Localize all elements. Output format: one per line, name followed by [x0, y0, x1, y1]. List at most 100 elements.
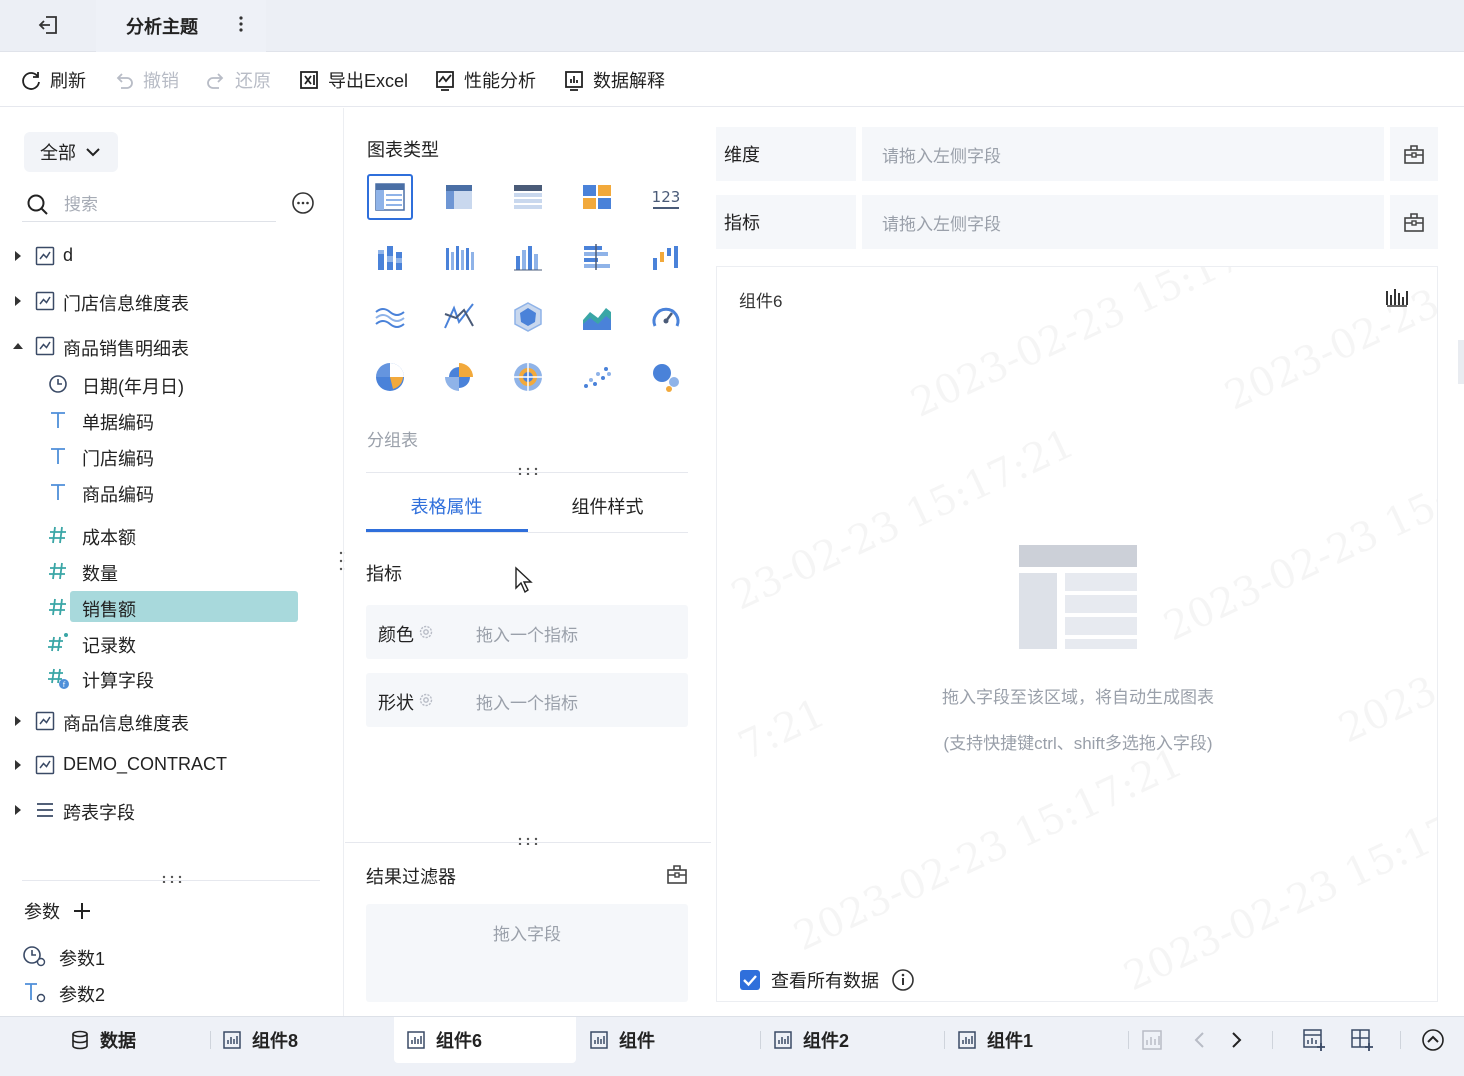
bar-chart-icon[interactable] — [574, 234, 620, 280]
line-chart-icon[interactable] — [367, 294, 413, 340]
resize-handle-icon[interactable] — [161, 875, 183, 883]
tab-component[interactable]: 组件1 — [957, 1017, 1033, 1063]
chart-canvas[interactable]: 2023-02-23 15:17 2023-02-23 23-02-23 15:… — [716, 266, 1438, 1002]
field-item[interactable]: 记录数 — [0, 628, 330, 658]
cross-table-icon[interactable] — [436, 174, 482, 220]
metric-tool-button[interactable] — [1390, 195, 1438, 249]
pie-chart-icon[interactable] — [367, 354, 413, 400]
tab-data[interactable]: 数据 — [70, 1017, 136, 1063]
time-param-icon — [23, 946, 46, 967]
stacked-column-icon[interactable] — [367, 234, 413, 280]
metric-drop-zone[interactable]: 请拖入左侧字段 — [862, 195, 1384, 249]
search-input[interactable] — [64, 194, 254, 215]
scatter-icon[interactable] — [574, 354, 620, 400]
shape-placeholder: 拖入一个指标 — [476, 694, 578, 713]
filter-tool-icon[interactable] — [666, 863, 688, 885]
caret-right-icon[interactable] — [12, 250, 24, 262]
add-component-icon[interactable] — [1302, 1028, 1326, 1052]
field-item[interactable]: 商品编码 — [0, 477, 330, 507]
caret-down-icon[interactable] — [12, 340, 24, 352]
tab-component[interactable]: 组件 — [589, 1017, 655, 1063]
dimension-tool-button[interactable] — [1390, 127, 1438, 181]
caret-right-icon[interactable] — [12, 804, 24, 816]
sunburst-icon[interactable] — [505, 354, 551, 400]
field-item[interactable]: f 计算字段 — [0, 663, 330, 693]
calculated-field-icon: f — [48, 668, 69, 689]
collapse-up-icon[interactable] — [1421, 1028, 1445, 1052]
field-item[interactable]: 单据编码 — [0, 405, 330, 435]
redo-icon — [207, 73, 224, 89]
grouped-table-icon[interactable] — [367, 174, 413, 220]
right-edge-collapse-tab[interactable] — [1458, 340, 1464, 384]
kpi-card-icon[interactable] — [574, 174, 620, 220]
tab-component[interactable]: 组件8 — [222, 1017, 298, 1063]
info-icon[interactable] — [891, 968, 915, 992]
area-chart-icon[interactable] — [574, 294, 620, 340]
add-param-icon[interactable] — [72, 901, 92, 921]
tab-component-style[interactable]: 组件样式 — [527, 493, 688, 519]
export-excel-label: 导出Excel — [328, 71, 409, 91]
caret-right-icon[interactable] — [12, 759, 24, 771]
exit-icon[interactable] — [36, 12, 62, 38]
chevron-left-icon[interactable] — [1188, 1028, 1212, 1052]
multi-column-icon[interactable] — [436, 234, 482, 280]
chevron-right-icon[interactable] — [1224, 1028, 1248, 1052]
gear-icon[interactable] — [418, 692, 434, 708]
chevron-down-icon — [86, 148, 100, 157]
table-node[interactable]: 跨表字段 — [0, 793, 330, 827]
param-item[interactable]: 参数1 — [22, 941, 322, 971]
color-drop-zone[interactable]: 颜色 拖入一个指标 — [366, 605, 688, 659]
checkbox-checked-icon[interactable] — [739, 969, 761, 991]
param-item[interactable]: 参数2 — [22, 977, 322, 1007]
waterfall-icon[interactable] — [643, 234, 689, 280]
table-node[interactable]: 商品信息维度表 — [0, 704, 330, 738]
gauge-icon[interactable] — [643, 294, 689, 340]
table-node[interactable]: 门店信息维度表 — [0, 284, 330, 318]
indicator-number-icon[interactable]: 123 — [643, 174, 689, 220]
shape-drop-zone[interactable]: 形状 拖入一个指标 — [366, 673, 688, 727]
dimension-drop-zone[interactable]: 请拖入左侧字段 — [862, 127, 1384, 181]
component-list-icon[interactable] — [1140, 1028, 1164, 1052]
component-chart-icon — [223, 1031, 241, 1049]
range-line-icon[interactable] — [436, 294, 482, 340]
sheet-tab-bar: 数据 组件8 组件6 组件 组件2 组件1 — [0, 1016, 1464, 1076]
add-dashboard-icon[interactable] — [1350, 1028, 1374, 1052]
table-node[interactable]: DEMO_CONTRACT — [0, 748, 330, 782]
bubble-icon[interactable] — [643, 354, 689, 400]
detail-table-icon[interactable] — [505, 174, 551, 220]
tab-component[interactable]: 组件2 — [773, 1017, 849, 1063]
tab-label: 组件6 — [436, 1031, 483, 1051]
radar-chart-icon[interactable] — [505, 294, 551, 340]
field-item[interactable]: 数量 — [0, 556, 330, 586]
more-options-icon[interactable] — [290, 190, 316, 216]
tab-label: 数据 — [100, 1031, 136, 1051]
column-chart-icon[interactable] — [505, 234, 551, 280]
rose-chart-icon[interactable] — [436, 354, 482, 400]
refresh-button[interactable]: 刷新 — [20, 67, 86, 93]
field-item-selected[interactable]: 销售额 — [0, 591, 330, 622]
resize-handle-icon[interactable] — [517, 837, 539, 845]
export-excel-button[interactable]: 导出Excel — [298, 67, 408, 93]
scope-select[interactable]: 全部 — [24, 132, 118, 172]
tab-component-active[interactable]: 组件6 — [394, 1017, 576, 1063]
data-explain-button[interactable]: 数据解释 — [563, 67, 665, 93]
redo-button[interactable]: 还原 — [205, 67, 271, 93]
filter-drop-zone[interactable]: 拖入字段 — [366, 904, 688, 1002]
gear-icon[interactable] — [418, 624, 434, 640]
field-item[interactable]: 成本额 — [0, 520, 330, 550]
view-all-data-toggle[interactable]: 查看所有数据 — [739, 967, 915, 993]
table-node[interactable]: d — [0, 239, 330, 273]
field-item[interactable]: 日期(年月日) — [0, 369, 330, 399]
table-node[interactable]: 商品销售明细表 — [0, 329, 330, 363]
section-divider — [22, 880, 320, 881]
chart-type-switch-icon[interactable] — [1385, 287, 1409, 309]
more-vertical-icon[interactable] — [232, 12, 250, 36]
field-item[interactable]: 门店编码 — [0, 441, 330, 471]
caret-right-icon[interactable] — [12, 715, 24, 727]
undo-button[interactable]: 撤销 — [113, 67, 179, 93]
field-label: 计算字段 — [82, 671, 154, 691]
tab-table-properties[interactable]: 表格属性 — [366, 493, 527, 519]
performance-analysis-button[interactable]: 性能分析 — [434, 67, 536, 93]
caret-right-icon[interactable] — [12, 295, 24, 307]
list-icon — [37, 803, 53, 817]
